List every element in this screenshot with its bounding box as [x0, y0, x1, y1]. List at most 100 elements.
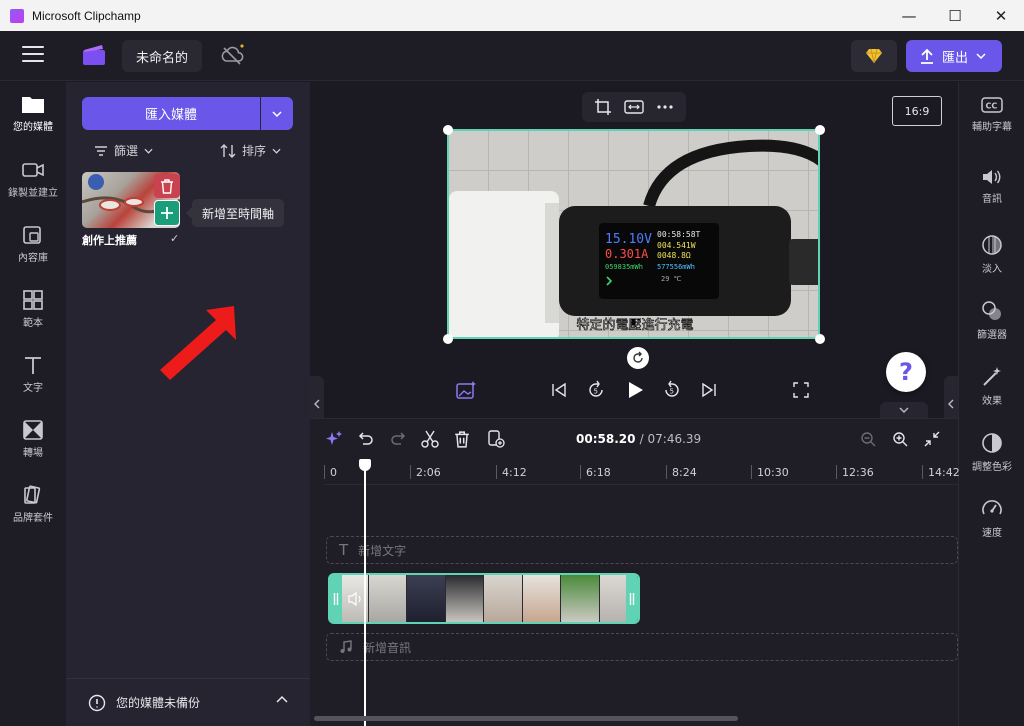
close-window-button[interactable]: ✕	[978, 0, 1024, 31]
rail-item-content-library[interactable]: 內容庫	[0, 213, 66, 273]
filter-icon	[95, 145, 107, 156]
rail-item-templates[interactable]: 範本	[0, 278, 66, 338]
magic-sparkle-button[interactable]	[324, 429, 344, 449]
split-button[interactable]	[420, 429, 440, 449]
forward-5-button[interactable]: 5	[660, 376, 684, 404]
add-to-media-button[interactable]	[486, 429, 506, 449]
svg-text:5: 5	[670, 388, 674, 396]
music-note-icon	[340, 640, 352, 653]
clip-audio-icon[interactable]	[348, 591, 364, 607]
menu-icon[interactable]	[22, 46, 44, 64]
collapse-arrows-icon	[924, 431, 940, 447]
fullscreen-icon	[793, 382, 809, 398]
timeline-panel: 00:58.20 / 07:46.39 0 2:06 4:12 6:18 8:2…	[310, 418, 960, 726]
clipchamp-brand-icon	[83, 45, 105, 65]
undo-button[interactable]	[356, 429, 376, 449]
skip-to-start-button[interactable]	[548, 376, 570, 404]
fullscreen-button[interactable]	[790, 376, 812, 404]
delete-media-button[interactable]	[154, 174, 180, 198]
fit-timeline-button[interactable]	[922, 429, 942, 449]
transition-icon	[23, 420, 43, 440]
resize-handle-top-left[interactable]	[443, 125, 453, 135]
cloud-offline-icon[interactable]	[220, 43, 246, 67]
contrast-icon	[982, 433, 1002, 453]
premium-diamond-button[interactable]	[851, 40, 897, 72]
preview-toolbar	[582, 92, 686, 122]
aspect-ratio-button[interactable]: 16:9	[892, 96, 942, 126]
filters-icon	[982, 301, 1001, 320]
magic-ai-button[interactable]	[454, 376, 478, 404]
video-preview[interactable]: 15.10V 00:58:58T 004.541W 0.301A 0048.8Ω…	[447, 129, 820, 339]
tick-label: 14:42	[928, 466, 960, 479]
resize-handle-bottom-left[interactable]	[443, 334, 453, 344]
redo-button[interactable]	[388, 429, 408, 449]
maximize-button[interactable]: ☐	[932, 0, 978, 31]
rewind-5-icon: 5	[589, 380, 603, 397]
closed-captions-icon: CC	[981, 97, 1003, 113]
redo-icon	[391, 432, 406, 445]
timeline-ruler[interactable]: 0 2:06 4:12 6:18 8:24 10:30 12:36 14:42	[324, 461, 960, 485]
folder-icon	[22, 97, 44, 113]
left-navigation-rail: 您的媒體 錄製並建立 內容庫 範本 文字 轉場 品牌套件	[0, 82, 66, 726]
trash-icon	[161, 178, 173, 194]
project-title[interactable]: 未命名的	[122, 40, 203, 72]
sort-button[interactable]: 排序	[220, 142, 281, 159]
add-to-timeline-button[interactable]	[154, 200, 180, 226]
checkmark-icon: ✓	[170, 232, 180, 245]
delete-button[interactable]	[452, 429, 472, 449]
zoom-out-button[interactable]	[858, 429, 878, 449]
import-media-button[interactable]: 匯入媒體	[82, 97, 260, 130]
rail-item-audio[interactable]: 音訊	[959, 154, 1024, 214]
timeline-horizontal-scrollbar[interactable]	[314, 716, 738, 721]
tick-label: 0	[330, 466, 337, 479]
rail-item-record-create[interactable]: 錄製並建立	[0, 148, 66, 208]
clip-trim-end-handle[interactable]	[626, 575, 638, 622]
rotate-handle[interactable]	[627, 347, 649, 369]
import-media-dropdown[interactable]	[261, 97, 293, 130]
rail-item-captions[interactable]: CC 輔助字幕	[959, 82, 1024, 142]
meter-energy: 059835mWh	[605, 263, 643, 271]
add-audio-track[interactable]: 新增音訊	[326, 633, 958, 661]
rail-item-filters[interactable]: 篩選器	[959, 286, 1024, 346]
clip-trim-start-handle[interactable]	[330, 575, 342, 622]
rewind-5-button[interactable]: 5	[584, 376, 608, 404]
plus-icon	[161, 207, 173, 219]
export-button[interactable]: 匯出	[906, 40, 1002, 72]
zoom-in-button[interactable]	[890, 429, 910, 449]
library-icon	[23, 226, 41, 244]
play-button[interactable]	[622, 376, 648, 404]
chevron-down-icon	[899, 407, 909, 413]
more-options-icon[interactable]	[656, 104, 674, 110]
window-title: Microsoft Clipchamp	[32, 8, 141, 23]
add-text-track[interactable]: T 新增文字	[326, 536, 958, 564]
minimize-button[interactable]: —	[886, 0, 932, 31]
resize-handle-bottom-right[interactable]	[815, 334, 825, 344]
grip-icon	[629, 592, 635, 605]
tick-label: 4:12	[502, 466, 527, 479]
playhead[interactable]	[364, 461, 366, 726]
timecode-display: 00:58.20 / 07:46.39	[576, 432, 701, 446]
fit-icon[interactable]	[624, 100, 644, 114]
rail-item-transitions[interactable]: 轉場	[0, 408, 66, 468]
help-button[interactable]: ?	[886, 352, 926, 392]
crop-icon[interactable]	[594, 98, 612, 116]
rail-item-effects[interactable]: 效果	[959, 352, 1024, 412]
play-icon	[629, 382, 643, 398]
skip-to-end-button[interactable]	[698, 376, 720, 404]
playhead-handle[interactable]	[359, 459, 371, 471]
resize-handle-top-right[interactable]	[815, 125, 825, 135]
filter-button[interactable]: 篩選	[94, 142, 153, 159]
rail-item-text[interactable]: 文字	[0, 343, 66, 403]
meter-energy-2: 577556mWh	[657, 263, 695, 271]
chevron-down-icon	[144, 148, 153, 154]
meter-temp: 29 ℃	[661, 275, 682, 283]
rail-item-fade[interactable]: 淡入	[959, 220, 1024, 280]
rail-item-brand-kit[interactable]: 品牌套件	[0, 473, 66, 533]
backup-status-bar[interactable]: 您的媒體未備份	[66, 678, 310, 726]
rail-item-adjust-colors[interactable]: 調整色彩	[959, 418, 1024, 478]
rail-item-your-media[interactable]: 您的媒體	[0, 82, 66, 142]
collapse-preview-button[interactable]	[880, 402, 928, 418]
rail-item-speed[interactable]: 速度	[959, 484, 1024, 544]
zoom-out-icon	[861, 432, 876, 447]
video-clip[interactable]	[328, 573, 640, 624]
